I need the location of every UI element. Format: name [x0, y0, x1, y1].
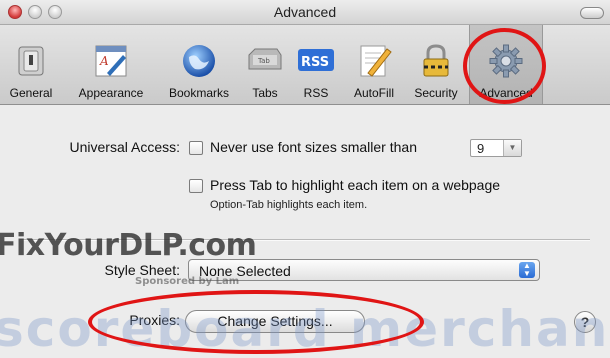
toolbar-item-autofill[interactable]: AutoFill	[344, 25, 404, 104]
universal-access-label: Universal Access:	[69, 139, 180, 155]
min-font-size-label: Never use font sizes smaller than	[210, 139, 417, 155]
tabs-icon-text: Tab	[257, 57, 270, 65]
help-button[interactable]: ?	[574, 311, 596, 333]
autofill-pencil-icon	[360, 45, 392, 77]
toolbar-label-rss: RSS	[303, 86, 329, 100]
min-font-size-select[interactable]: 9 ▼	[470, 139, 522, 157]
min-font-size-checkbox[interactable]	[189, 141, 203, 155]
chevron-down-icon: ▼	[503, 140, 521, 156]
tab-highlight-hint: Option-Tab highlights each item.	[210, 199, 368, 211]
tab-highlight-label: Press Tab to highlight each item on a we…	[210, 177, 501, 193]
toolbar-item-security[interactable]: Security	[408, 25, 464, 104]
tab-highlight-checkbox[interactable]	[189, 179, 203, 193]
annotation-circle-proxies	[88, 290, 424, 354]
rss-icon: RSS	[298, 49, 334, 71]
toolbar-label-tabs: Tabs	[252, 86, 278, 100]
lock-icon	[423, 44, 449, 77]
window-title: Advanced	[273, 4, 337, 20]
toolbar-item-tabs[interactable]: Tab Tabs	[244, 25, 286, 104]
general-switch-icon	[18, 46, 44, 76]
style-sheet-popup[interactable]: None Selected ▲ ▼	[188, 259, 540, 281]
style-sheet-label: Style Sheet:	[104, 262, 181, 278]
toolbar-item-general[interactable]: General	[4, 25, 58, 104]
toolbar-label-bookmarks: Bookmarks	[168, 86, 230, 100]
toolbar-item-rss[interactable]: RSS RSS	[292, 25, 340, 104]
appearance-icon: A	[95, 45, 127, 77]
style-sheet-value: None Selected	[199, 263, 291, 279]
title-bar: Advanced	[0, 0, 610, 25]
svg-text:A: A	[99, 54, 109, 68]
toolbar-label-general: General	[9, 86, 53, 100]
toolbar-label-appearance: Appearance	[78, 86, 144, 100]
toolbar-label-autofill: AutoFill	[353, 86, 394, 100]
toolbar-item-appearance[interactable]: A Appearance	[70, 25, 152, 104]
tabs-icon: Tab	[248, 48, 282, 70]
preferences-window: Advanced General A Appearance Bookmarks …	[0, 0, 610, 358]
globe-icon	[183, 45, 215, 77]
toolbar-toggle-button[interactable]	[580, 7, 604, 19]
section-divider	[20, 239, 590, 241]
rss-icon-text: RSS	[301, 55, 329, 70]
min-font-size-value: 9	[477, 141, 485, 156]
annotation-circle-advanced	[463, 28, 546, 104]
popup-arrows-icon: ▲ ▼	[519, 262, 535, 278]
toolbar-label-security: Security	[414, 86, 458, 100]
toolbar-item-bookmarks[interactable]: Bookmarks	[158, 25, 240, 104]
